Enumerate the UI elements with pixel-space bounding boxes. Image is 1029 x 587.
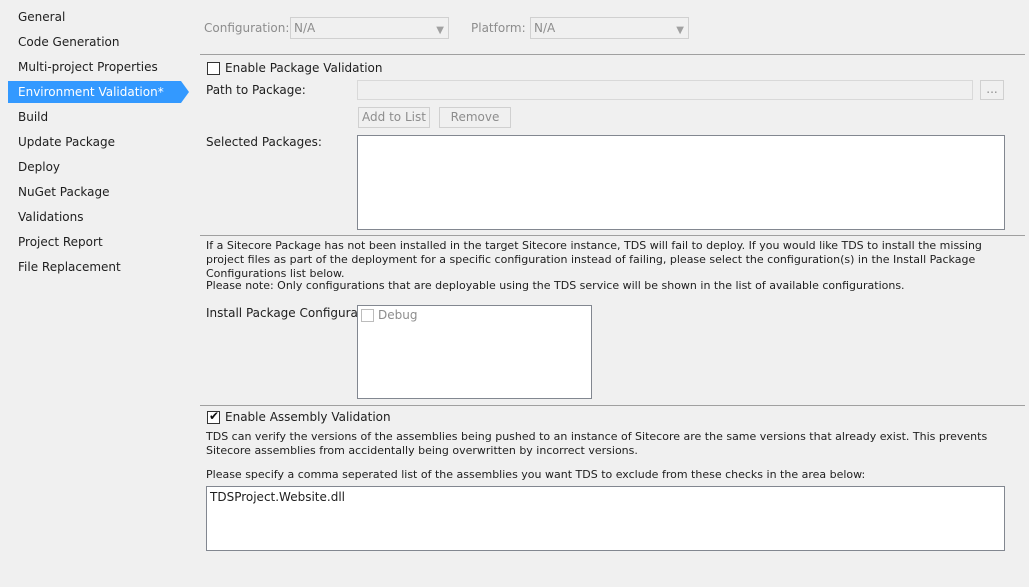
- debug-config-label: Debug: [378, 308, 418, 322]
- platform-dropdown[interactable]: N/A ▼: [530, 17, 689, 39]
- sidebar-item-project-report[interactable]: Project Report: [8, 231, 181, 253]
- enable-assembly-validation-checkbox[interactable]: ✔: [207, 409, 220, 424]
- selected-packages-list[interactable]: [357, 135, 1005, 230]
- browse-button[interactable]: ...: [980, 80, 1004, 100]
- sidebar-item-nuget-package[interactable]: NuGet Package: [8, 181, 181, 203]
- checkmark-icon: ✔: [209, 409, 220, 423]
- path-to-package-input[interactable]: [357, 80, 973, 100]
- platform-value: N/A: [534, 21, 556, 35]
- debug-config-checkbox[interactable]: [361, 309, 374, 322]
- sidebar-item-update-package[interactable]: Update Package: [8, 131, 181, 153]
- sidebar-item-multi-project-properties[interactable]: Multi-project Properties: [8, 56, 181, 78]
- chevron-down-icon: ▼: [436, 25, 444, 36]
- package-info-text: If a Sitecore Package has not been insta…: [206, 239, 982, 280]
- enable-assembly-validation-label: Enable Assembly Validation: [225, 410, 391, 424]
- selected-packages-label: Selected Packages:: [206, 135, 322, 149]
- add-to-list-button[interactable]: Add to List: [358, 107, 430, 128]
- divider: [200, 235, 1025, 236]
- enable-package-validation-checkbox[interactable]: [207, 62, 220, 75]
- assembly-exclude-value: TDSProject.Website.dll: [210, 490, 345, 504]
- install-package-configurations-list[interactable]: Debug: [357, 305, 592, 399]
- sidebar: General Code Generation Multi-project Pr…: [0, 0, 190, 587]
- enable-package-validation-label: Enable Package Validation: [225, 61, 383, 75]
- divider: [200, 54, 1025, 55]
- configuration-label: Configuration:: [204, 21, 290, 35]
- chevron-down-icon: ▼: [676, 25, 684, 36]
- sidebar-item-build[interactable]: Build: [8, 106, 181, 128]
- sidebar-item-file-replacement[interactable]: File Replacement: [8, 256, 181, 278]
- configuration-value: N/A: [294, 21, 316, 35]
- assembly-exclude-textarea[interactable]: TDSProject.Website.dll: [206, 486, 1005, 551]
- package-note-text: Please note: Only configurations that ar…: [206, 279, 905, 292]
- sidebar-item-validations[interactable]: Validations: [8, 206, 181, 228]
- platform-label: Platform:: [471, 21, 526, 35]
- divider: [200, 405, 1025, 406]
- assembly-info-text: TDS can verify the versions of the assem…: [206, 430, 988, 457]
- sidebar-item-general[interactable]: General: [8, 6, 181, 28]
- path-to-package-label: Path to Package:: [206, 83, 306, 97]
- sidebar-item-code-generation[interactable]: Code Generation: [8, 31, 181, 53]
- sidebar-item-deploy[interactable]: Deploy: [8, 156, 181, 178]
- sidebar-item-environment-validation[interactable]: Environment Validation*: [8, 81, 189, 103]
- remove-button[interactable]: Remove: [439, 107, 511, 128]
- configuration-dropdown[interactable]: N/A ▼: [290, 17, 449, 39]
- assembly-exclude-label: Please specify a comma seperated list of…: [206, 468, 866, 481]
